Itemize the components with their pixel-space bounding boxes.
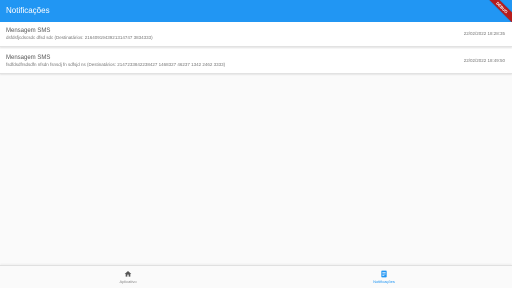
notification-title: Mensagem SMS	[6, 28, 51, 34]
notification-body: fsdfdsdfrsdsdfn nfsdn fsnsdj fn sdfsjd n…	[6, 62, 226, 67]
bottom-navigation: Aplicativo Notificações	[0, 265, 512, 288]
home-icon	[124, 271, 132, 277]
nav-item-notificacoes[interactable]: Notificações	[256, 266, 512, 288]
notification-timestamp: 22/02/2022 18:28:35	[463, 31, 505, 36]
notification-body: dsfdsfjcdscsdc dfsd sdc (Destinatários: …	[6, 35, 153, 40]
nav-label-aplicativo: Aplicativo	[119, 279, 137, 284]
notifications-list-icon	[381, 270, 387, 278]
notification-list: Mensagem SMS dsfdsfjcdscsdc dfsd sdc (De…	[0, 22, 512, 76]
debug-banner: DEBUG	[485, 0, 512, 22]
nav-label-notificacoes: Notificações	[373, 279, 395, 284]
nav-item-aplicativo[interactable]: Aplicativo	[0, 266, 256, 288]
page-title: Notificações	[6, 6, 50, 15]
notification-card[interactable]: Mensagem SMS dsfdsfjcdscsdc dfsd sdc (De…	[0, 22, 512, 47]
notification-card[interactable]: Mensagem SMS fsdfdsdfrsdsdfn nfsdn fsnsd…	[0, 49, 512, 74]
notification-title: Mensagem SMS	[6, 55, 51, 61]
notification-timestamp: 22/02/2022 18:49:50	[463, 58, 505, 63]
app-bar: Notificações DEBUG	[0, 0, 512, 22]
